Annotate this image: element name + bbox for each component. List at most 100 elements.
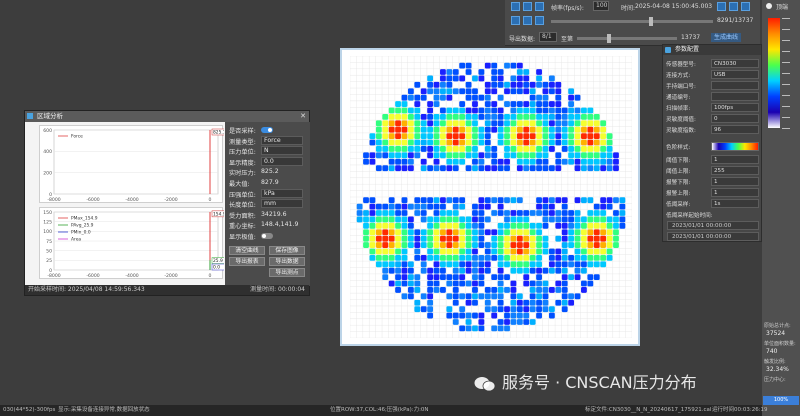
config-value-field[interactable]: 1s — [711, 199, 759, 208]
color-style-selector[interactable] — [711, 142, 759, 151]
config-value-field[interactable]: 1 — [711, 188, 759, 197]
region-setting-field[interactable]: kPa — [261, 188, 303, 198]
export-data-button[interactable]: 导出数据 — [269, 256, 305, 266]
config-title-bar: 参数配置 — [663, 45, 761, 55]
top-checkbox[interactable] — [766, 3, 772, 9]
config-value-field[interactable]: CN3030 — [711, 59, 759, 68]
config-value-field[interactable]: 1 — [711, 155, 759, 164]
pressure-cell — [510, 133, 517, 140]
pressure-cell — [452, 133, 459, 140]
pressure-cell — [581, 242, 587, 248]
region-setting-field[interactable]: 0.0 — [261, 156, 303, 166]
loop-button[interactable] — [741, 2, 750, 11]
export-report-button[interactable]: 导出报表 — [229, 256, 265, 266]
step-back-button[interactable] — [717, 2, 726, 11]
pressure-cell — [440, 274, 446, 281]
playback-slider-knob[interactable] — [649, 17, 653, 26]
pressure-cell — [446, 235, 453, 242]
pressure-cell — [459, 139, 466, 146]
pressure-cell — [427, 133, 434, 140]
clear-curve-button[interactable]: 清空曲线 — [229, 245, 265, 255]
export-from-input[interactable]: 8/1 — [539, 32, 557, 42]
config-value-field[interactable]: 96 — [711, 125, 759, 134]
config-value-field[interactable]: 1 — [711, 177, 759, 186]
pressure-cell — [446, 242, 453, 248]
save-image-button[interactable]: 保存图像 — [269, 245, 305, 255]
pause-button[interactable] — [523, 2, 532, 11]
first-frame-button[interactable] — [511, 16, 520, 25]
pressure-cell — [510, 267, 517, 274]
export-range-slider[interactable] — [577, 34, 677, 43]
pressure-cell — [369, 248, 376, 255]
extreme-toggle[interactable] — [261, 233, 273, 239]
pressure-cell — [407, 165, 414, 172]
pressure-cell — [548, 287, 555, 293]
fps-input[interactable]: 100 — [593, 1, 609, 11]
playback-slider[interactable] — [551, 17, 713, 26]
pressure-cell — [497, 158, 504, 165]
pressure-cell — [548, 267, 555, 274]
region-setting-field[interactable]: N — [261, 146, 303, 156]
pressure-cell — [433, 248, 440, 255]
export-range-knob[interactable] — [607, 34, 611, 43]
play-button[interactable] — [511, 2, 520, 11]
generate-curve-button[interactable]: 生成曲线 — [711, 33, 742, 42]
pressure-cell — [382, 248, 389, 255]
pressure-cell — [484, 94, 491, 101]
config-value-field[interactable]: 255 — [711, 166, 759, 175]
pressure-cell — [606, 242, 613, 248]
pressure-cell — [600, 120, 607, 127]
pressure-cell — [382, 120, 389, 127]
config-value-field[interactable]: 0 — [711, 114, 759, 123]
pressure-cell — [446, 94, 453, 101]
pressure-cell — [587, 280, 594, 287]
pressure-cell — [523, 280, 530, 287]
pressure-cell — [401, 293, 408, 300]
pressure-cell — [497, 120, 504, 127]
config-label: 连接方式: — [666, 73, 691, 79]
sampling-toggle[interactable] — [261, 127, 273, 133]
next-frame-button[interactable] — [535, 16, 544, 25]
pressure-cell — [427, 254, 434, 261]
region-setting-field[interactable]: Force — [261, 135, 303, 145]
pressure-cell — [478, 222, 485, 229]
pressure-cell — [548, 248, 555, 255]
region-settings-panel: 是否采样: 测量类型: Force 压力单位: N 显示精度: 0.0 实时压力: 825.2 最… — [225, 122, 310, 286]
pressure-plot[interactable]: 150 125 100 75 50 25 0 -8000 -6000 -4000 -2000 0 PMa… — [39, 207, 227, 279]
close-icon[interactable]: ✕ — [300, 111, 306, 122]
prev-frame-button[interactable] — [523, 16, 532, 25]
pressure-cell — [619, 203, 626, 210]
config-value-field[interactable] — [711, 92, 759, 101]
pressure-cell — [484, 120, 491, 127]
pressure-cell — [452, 261, 459, 268]
pressure-cell — [414, 81, 421, 88]
config-value-field[interactable] — [711, 81, 759, 90]
pressure-cell — [363, 152, 369, 159]
pressure-cell — [478, 293, 485, 300]
pressure-cell — [433, 280, 440, 287]
pressure-cell — [356, 216, 363, 223]
pressure-heatmap[interactable] — [350, 56, 632, 338]
stop-button[interactable] — [535, 2, 544, 11]
config-value-field[interactable]: USB — [711, 70, 759, 79]
pressure-cell — [523, 261, 530, 268]
pressure-cell — [542, 210, 549, 216]
pressure-cell — [484, 287, 491, 293]
pressure-cell — [523, 254, 530, 261]
step-forward-button[interactable] — [729, 2, 738, 11]
date-end-field[interactable]: 2023/01/01 00:00:00 — [667, 232, 759, 241]
pressure-cell — [465, 248, 472, 255]
config-value-field[interactable]: 100fps — [711, 103, 759, 112]
region-setting-field[interactable]: mm — [261, 199, 303, 209]
pressure-cell — [472, 158, 478, 165]
export-points-button[interactable]: 导出测点 — [269, 267, 305, 277]
force-plot[interactable]: 600 400 200 0 -8000 -6000 -4000 -2000 0 Force 825.… — [39, 125, 229, 203]
pressure-cell — [529, 210, 536, 216]
pressure-cell — [459, 113, 466, 120]
pressure-cell — [375, 133, 382, 140]
pressure-cell — [497, 242, 504, 248]
pressure-cell — [516, 242, 523, 248]
pressure-cell — [613, 165, 619, 172]
pressure-cell — [375, 120, 382, 127]
date-start-field[interactable]: 2023/01/01 00:00:00 — [667, 221, 759, 230]
